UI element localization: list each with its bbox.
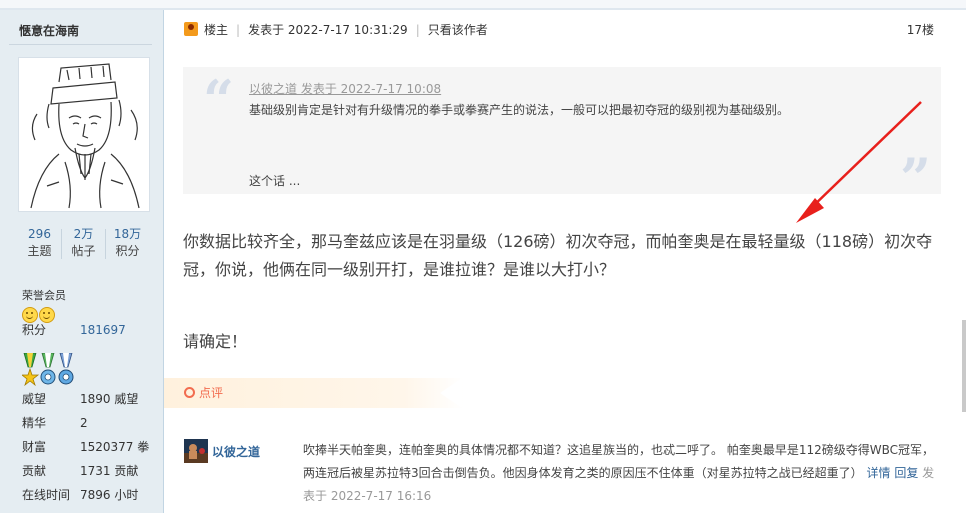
annotation-arrow xyxy=(796,101,922,223)
arrow-head xyxy=(796,198,824,223)
arrow-line xyxy=(807,101,922,212)
